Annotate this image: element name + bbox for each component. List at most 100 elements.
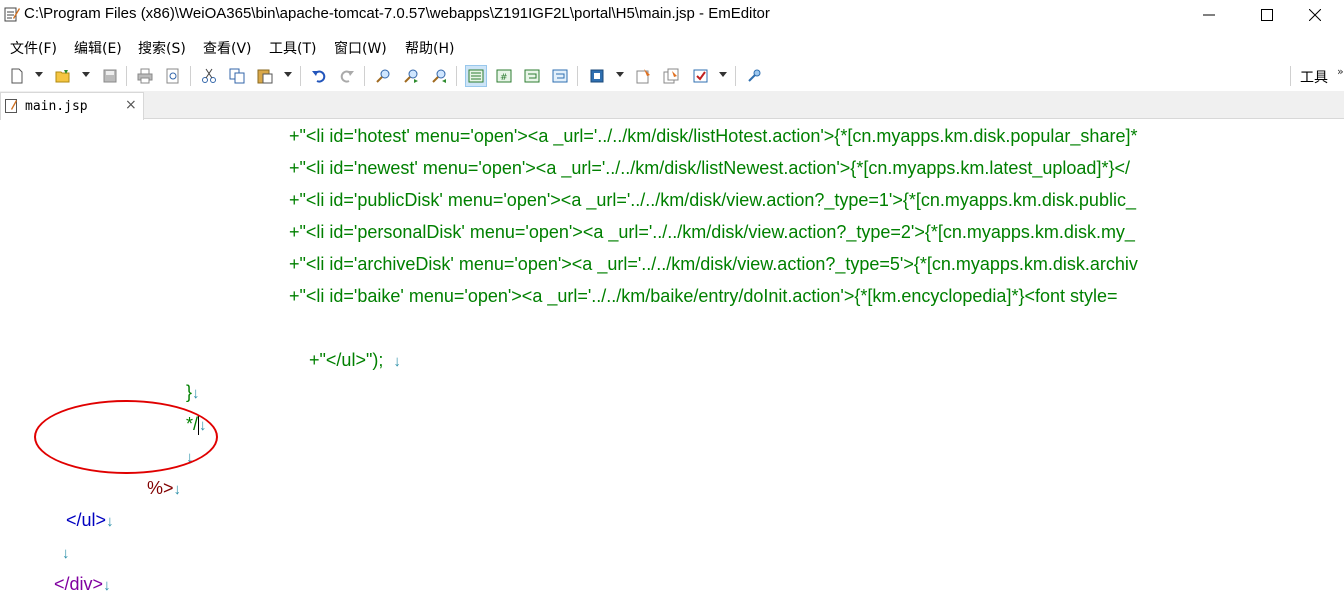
config-button[interactable] (586, 65, 608, 87)
open-dropdown-arrow[interactable] (82, 72, 90, 77)
wrap-chars-button[interactable]: # (493, 65, 515, 87)
toolbar-overflow-chevron-icon[interactable]: » (1337, 65, 1344, 78)
tab-main-jsp[interactable]: main.jsp × (0, 92, 144, 120)
paste-icon (257, 69, 273, 84)
save-icon (103, 69, 117, 83)
div-close-tag: </div> (54, 574, 104, 594)
toolbar-separator (364, 66, 365, 86)
menu-bar: 文件(F) 编辑(E) 搜索(S) 查看(V) 工具(T) 窗口(W) 帮助(H… (0, 35, 1344, 59)
menu-tools[interactable]: 工具(T) (269, 38, 316, 58)
open-file-button[interactable] (52, 65, 74, 87)
customize-dropdown-arrow[interactable] (719, 72, 727, 77)
wrap-none-button[interactable] (465, 65, 487, 87)
window-title: C:\Program Files (x86)\WeiOA365\bin\apac… (24, 5, 770, 22)
find-next-button[interactable] (400, 65, 422, 87)
toolbar-separator (735, 66, 736, 86)
menu-help[interactable]: 帮助(H) (405, 38, 454, 58)
undo-icon (312, 70, 326, 83)
toolbar-separator (300, 66, 301, 86)
wrap-window-button[interactable] (521, 65, 543, 87)
customize-button[interactable] (690, 65, 712, 87)
menu-search[interactable]: 搜索(S) (138, 38, 186, 58)
tab-close-icon[interactable]: × (125, 97, 137, 113)
find-button[interactable] (372, 65, 394, 87)
minimize-button[interactable] (1180, 0, 1238, 29)
code-line: +"<li id='archiveDisk' menu='open'><a _u… (289, 254, 1138, 274)
code-line: ↓ (6, 568, 34, 600)
toolbar-separator (1290, 66, 1291, 86)
newline-mark: ↓ (393, 353, 401, 370)
menu-edit[interactable]: 编辑(E) (74, 38, 122, 58)
paste-dropdown-arrow[interactable] (284, 72, 292, 77)
cut-icon (202, 68, 216, 83)
toolbar-separator (126, 66, 127, 86)
maximize-icon (1261, 8, 1273, 21)
toolbar-separator (577, 66, 578, 86)
paste-button[interactable] (254, 65, 276, 87)
macro-run-button[interactable] (660, 65, 682, 87)
document-tab-bar: main.jsp × (0, 91, 1344, 120)
newline-mark: ↓ (106, 513, 114, 530)
close-icon (1309, 8, 1321, 21)
toolbar: # 工具 » (0, 62, 1344, 90)
print-preview-icon (166, 68, 179, 84)
menu-window[interactable]: 窗口(W) (334, 38, 387, 58)
newline-mark: ↓ (173, 481, 182, 498)
jsp-close-marker: %> (147, 478, 174, 498)
code-line: +"<li id='hotest' menu='open'><a _url='.… (289, 126, 1138, 146)
undo-button[interactable] (308, 65, 330, 87)
code-line: +"<li id='newest' menu='open'><a _url='.… (289, 158, 1130, 178)
new-file-button[interactable] (6, 65, 28, 87)
macro-run-icon (663, 68, 679, 84)
editor-text-area[interactable]: +"<li id='hotest' menu='open'><a _url='.… (0, 120, 1344, 607)
menu-view[interactable]: 查看(V) (203, 38, 252, 58)
code-line: */↓ (166, 376, 207, 436)
code-line: +"</ul>"); ↓ (289, 312, 401, 370)
newline-mark: ↓ (103, 577, 111, 594)
print-button[interactable] (134, 65, 156, 87)
emeditor-icon (4, 7, 20, 22)
config-dropdown-arrow[interactable] (616, 72, 624, 77)
minimize-icon (1203, 14, 1215, 15)
code-line: +"<li id='baike' menu='open'><a _url='..… (289, 286, 1118, 306)
find-prev-button[interactable] (428, 65, 450, 87)
tools-toolbar-label[interactable]: 工具 (1300, 67, 1328, 87)
new-file-icon (11, 68, 23, 84)
redo-icon (340, 70, 354, 83)
find-icon (376, 69, 390, 83)
ul-close-tag: </ul> (66, 510, 107, 530)
code-text: +"</ul>"); (309, 350, 394, 370)
find-prev-icon (432, 69, 446, 83)
document-icon (5, 99, 17, 113)
code-line: +"<li id='personalDisk' menu='open'><a _… (289, 222, 1135, 242)
customize-icon (693, 69, 708, 83)
redo-button[interactable] (336, 65, 358, 87)
cut-button[interactable] (198, 65, 220, 87)
toolbar-separator (190, 66, 191, 86)
code-line: }↓ (166, 344, 200, 402)
wrap-window-icon (524, 69, 540, 83)
wrap-none-icon (468, 69, 484, 83)
svg-text:#: # (500, 73, 508, 83)
wrap-page-button[interactable] (549, 65, 571, 87)
code-line: </ul>↓ (46, 472, 114, 530)
print-preview-button[interactable] (162, 65, 184, 87)
toolbar-separator (456, 66, 457, 86)
find-next-icon (404, 69, 418, 83)
menu-file[interactable]: 文件(F) (10, 38, 57, 58)
tab-label: main.jsp (25, 99, 88, 114)
annotation-circle (34, 400, 218, 474)
title-bar: C:\Program Files (x86)\WeiOA365\bin\apac… (0, 0, 1344, 29)
plugin-icon (748, 69, 761, 82)
macro-record-button[interactable] (632, 65, 654, 87)
wrap-page-icon (552, 69, 568, 83)
plugin-button[interactable] (743, 65, 765, 87)
code-line: </div>↓ (34, 536, 111, 594)
new-file-dropdown-arrow[interactable] (35, 72, 43, 77)
print-icon (137, 68, 153, 84)
copy-button[interactable] (226, 65, 248, 87)
close-window-button[interactable] (1286, 0, 1344, 29)
save-button[interactable] (99, 65, 121, 87)
open-folder-icon (55, 70, 70, 83)
code-line: +"<li id='publicDisk' menu='open'><a _ur… (289, 190, 1136, 210)
